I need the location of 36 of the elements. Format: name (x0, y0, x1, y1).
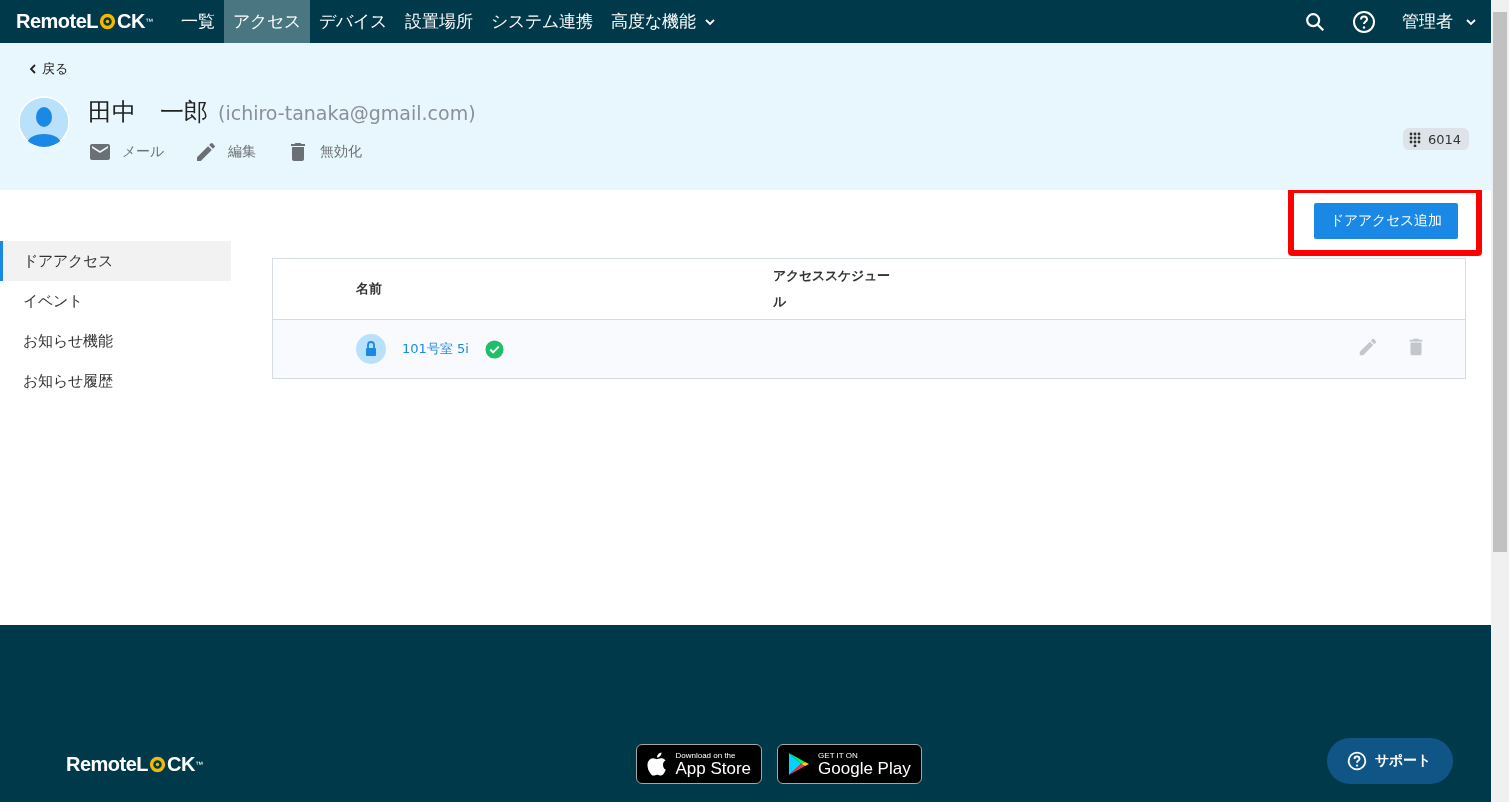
user-email: (ichiro-tanaka@gmail.com) (218, 102, 476, 124)
user-menu[interactable]: 管理者 (1402, 10, 1477, 33)
sidebar-item[interactable]: お知らせ機能 (0, 321, 231, 361)
support-button[interactable]: サポート (1327, 738, 1453, 784)
footer-logo[interactable]: RemoteL CK$^{™}$ (66, 753, 203, 776)
sidebar-item[interactable]: ドアアクセス (0, 241, 231, 281)
edit-link[interactable]: 編集 (194, 140, 256, 164)
nav-tab[interactable]: アクセス (224, 0, 311, 43)
nav-tab[interactable]: システム連携 (482, 0, 603, 43)
back-link[interactable]: 戻る (28, 60, 1473, 78)
mail-link[interactable]: メール (88, 140, 164, 164)
scrollbar[interactable] (1491, 0, 1509, 802)
column-header: 名前 (355, 280, 383, 298)
sidebar-item[interactable]: お知らせ履歴 (0, 361, 231, 401)
avatar-icon (18, 96, 70, 148)
help-icon (1347, 751, 1367, 771)
nav-tab[interactable]: 高度な機能 (602, 0, 726, 43)
nav-tab[interactable]: 一覧 (172, 0, 225, 43)
sidebar-item[interactable]: イベント (0, 281, 231, 321)
nav-tab[interactable]: デバイス (310, 0, 397, 43)
app-store-badge[interactable]: Download on the App Store (636, 744, 763, 784)
column-header: アクセススケジュール (773, 267, 891, 311)
delete-link[interactable]: 無効化 (286, 140, 362, 164)
help-icon[interactable] (1352, 9, 1376, 34)
logo[interactable]: RemoteL CK$^{™}$ (16, 10, 153, 33)
pencil-icon (1357, 336, 1379, 358)
nav-tab[interactable]: 設置場所 (396, 0, 483, 43)
pencil-icon (194, 140, 218, 164)
pin-badge: 6014 (1402, 128, 1469, 150)
lock-icon (356, 334, 386, 364)
door-link[interactable]: 101号室 5i (402, 340, 469, 358)
chevron-left-icon (28, 64, 38, 74)
search-icon[interactable] (1304, 10, 1326, 33)
user-name: 田中 一郎 (88, 97, 208, 128)
google-play-badge[interactable]: GET IT ON Google Play (777, 744, 922, 784)
add-door-access-button[interactable]: ドアアクセス追加 (1314, 203, 1458, 239)
